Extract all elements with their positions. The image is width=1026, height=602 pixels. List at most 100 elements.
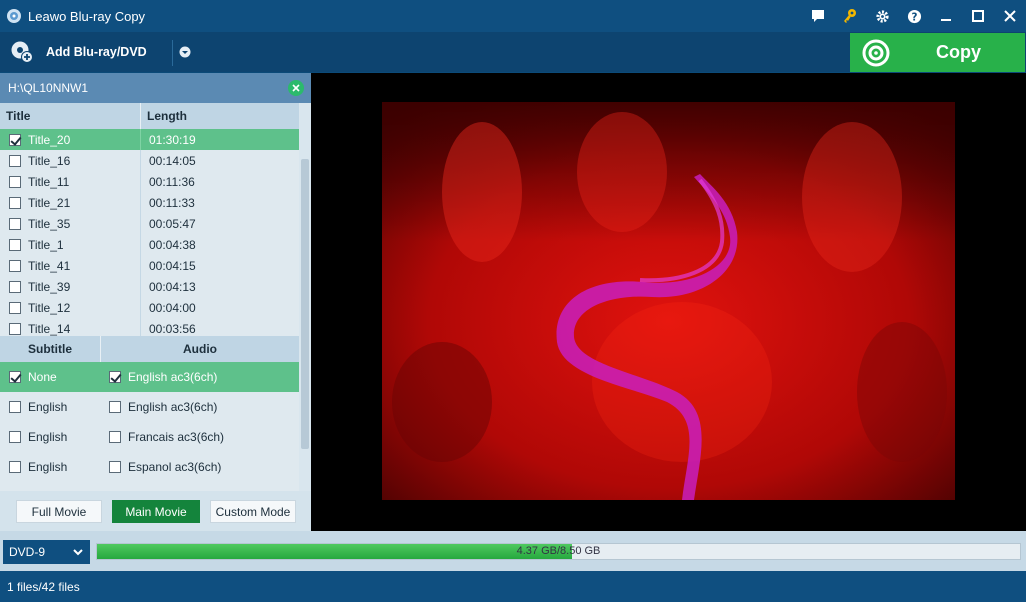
title-row[interactable]: Title_12 00:04:00 xyxy=(0,297,299,318)
title-row[interactable]: Title_21 00:11:33 xyxy=(0,192,299,213)
feedback-icon xyxy=(812,10,824,22)
title-row[interactable]: Title_11 00:11:36 xyxy=(0,171,299,192)
subtitle-checkbox[interactable] xyxy=(9,461,21,473)
panel-scrollbar[interactable] xyxy=(299,103,311,531)
title-checkbox[interactable] xyxy=(9,301,21,314)
title-name: Title_39 xyxy=(28,279,71,294)
title-length: 01:30:19 xyxy=(149,132,196,147)
copy-mode-bar: Full Movie Main Movie Custom Mode xyxy=(0,491,311,531)
title-row[interactable]: Title_41 00:04:15 xyxy=(0,255,299,276)
minimize-icon xyxy=(941,19,951,21)
title-name: Title_11 xyxy=(28,174,70,189)
audio-checkbox[interactable] xyxy=(109,401,121,413)
track-row: English Francais ac3(6ch) xyxy=(0,422,299,452)
subtitle-name: None xyxy=(28,370,57,384)
title-checkbox[interactable] xyxy=(9,238,21,251)
column-header-audio: Audio xyxy=(183,342,217,356)
subtitle-name: English xyxy=(28,430,68,444)
audio-cell[interactable]: Francais ac3(6ch) xyxy=(101,430,224,444)
title-checkbox[interactable] xyxy=(9,280,21,293)
subtitle-cell[interactable]: English xyxy=(0,430,101,444)
title-checkbox[interactable] xyxy=(9,217,21,230)
subtitle-audio-table: Subtitle Audio None English ac3(6ch) Engli… xyxy=(0,336,299,491)
title-checkbox[interactable] xyxy=(9,259,21,272)
title-cell: Title_41 xyxy=(0,255,141,276)
audio-cell[interactable]: English ac3(6ch) xyxy=(101,400,217,414)
title-name: Title_41 xyxy=(28,258,71,273)
title-row[interactable]: Title_1 00:04:38 xyxy=(0,234,299,255)
add-bluray-dvd-button[interactable]: Add Blu-ray/DVD xyxy=(10,38,147,66)
title-checkbox[interactable] xyxy=(9,196,21,209)
title-length: 00:04:15 xyxy=(149,258,196,273)
disc-usage-text: 4.37 GB/8.50 GB xyxy=(516,545,601,557)
subtitle-checkbox[interactable] xyxy=(9,431,21,443)
scrollbar-thumb[interactable] xyxy=(301,159,309,449)
title-rows: Title_20 01:30:19 Title_16 00:14:05 Title_11… xyxy=(0,129,299,339)
title-row[interactable]: Title_39 00:04:13 xyxy=(0,276,299,297)
audio-cell[interactable]: Espanol ac3(6ch) xyxy=(101,460,221,474)
audio-checkbox[interactable] xyxy=(109,461,121,473)
subtitle-cell[interactable]: English xyxy=(0,460,101,474)
source-panel: H:\QL10NNW1 Title Length Title_20 01:30:1… xyxy=(0,73,311,531)
subtitle-checkbox[interactable] xyxy=(9,371,21,383)
toolbar: Add Blu-ray/DVD Copy xyxy=(0,32,1026,72)
subtitle-cell[interactable]: None xyxy=(0,370,101,384)
maximize-icon xyxy=(972,10,984,22)
output-bar: DVD-9 4.37 GB/8.50 GB xyxy=(0,531,1026,571)
disc-type-select[interactable]: DVD-9 xyxy=(3,540,90,564)
subtitle-audio-header: Subtitle Audio xyxy=(0,336,299,362)
title-cell: Title_35 xyxy=(0,213,141,234)
subtitle-cell[interactable]: English xyxy=(0,400,101,414)
disc-type-value: DVD-9 xyxy=(9,545,46,559)
custom-mode-button[interactable]: Custom Mode xyxy=(210,500,296,523)
maximize-button[interactable] xyxy=(962,0,994,32)
audio-checkbox[interactable] xyxy=(109,431,121,443)
full-movie-button[interactable]: Full Movie xyxy=(16,500,102,523)
disc-usage-bar: 4.37 GB/8.50 GB xyxy=(96,543,1021,560)
track-row: English English ac3(6ch) xyxy=(0,392,299,422)
help-button[interactable]: ? xyxy=(898,0,930,32)
subtitle-checkbox[interactable] xyxy=(9,401,21,413)
title-checkbox[interactable] xyxy=(9,154,21,167)
title-table: Title Length Title_20 01:30:19 Title_16 00:… xyxy=(0,103,299,366)
column-header-title[interactable]: Title xyxy=(0,103,141,129)
title-row[interactable]: Title_20 01:30:19 xyxy=(0,129,299,150)
audio-checkbox[interactable] xyxy=(109,371,121,383)
remove-disc-button[interactable] xyxy=(288,80,304,96)
copy-button[interactable]: Copy xyxy=(850,33,1025,72)
help-icon: ? xyxy=(907,9,921,23)
track-row: None English ac3(6ch) xyxy=(0,362,299,392)
close-icon xyxy=(1004,10,1016,22)
disc-header: H:\QL10NNW1 xyxy=(0,73,311,103)
register-button[interactable] xyxy=(834,0,866,32)
title-name: Title_12 xyxy=(28,300,71,315)
remove-disc-icon xyxy=(292,84,300,92)
title-cell: Title_20 xyxy=(0,129,141,150)
title-cell: Title_16 xyxy=(0,150,141,171)
title-name: Title_20 xyxy=(28,132,71,147)
file-count: 1 files/42 files xyxy=(7,579,80,594)
window-controls: ? xyxy=(802,0,1026,32)
disc-path: H:\QL10NNW1 xyxy=(8,81,89,95)
title-checkbox[interactable] xyxy=(9,175,21,188)
column-header-length[interactable]: Length xyxy=(141,103,187,129)
title-checkbox[interactable] xyxy=(9,322,21,335)
title-length: 00:05:47 xyxy=(149,216,196,231)
preview-frame-image xyxy=(382,102,955,500)
audio-name: Francais ac3(6ch) xyxy=(128,430,225,444)
title-name: Title_16 xyxy=(28,153,71,168)
main-movie-button[interactable]: Main Movie xyxy=(112,500,200,523)
column-header-subtitle: Subtitle xyxy=(0,336,101,362)
feedback-button[interactable] xyxy=(802,0,834,32)
add-dropdown-button[interactable] xyxy=(176,42,194,62)
title-checkbox[interactable] xyxy=(9,133,21,146)
title-name: Title_14 xyxy=(28,321,71,336)
title-length: 00:14:05 xyxy=(149,153,196,168)
title-table-header: Title Length xyxy=(0,103,299,129)
title-row[interactable]: Title_16 00:14:05 xyxy=(0,150,299,171)
title-row[interactable]: Title_35 00:05:47 xyxy=(0,213,299,234)
minimize-button[interactable] xyxy=(930,0,962,32)
settings-button[interactable] xyxy=(866,0,898,32)
audio-cell[interactable]: English ac3(6ch) xyxy=(101,370,217,384)
close-button[interactable] xyxy=(994,0,1026,32)
